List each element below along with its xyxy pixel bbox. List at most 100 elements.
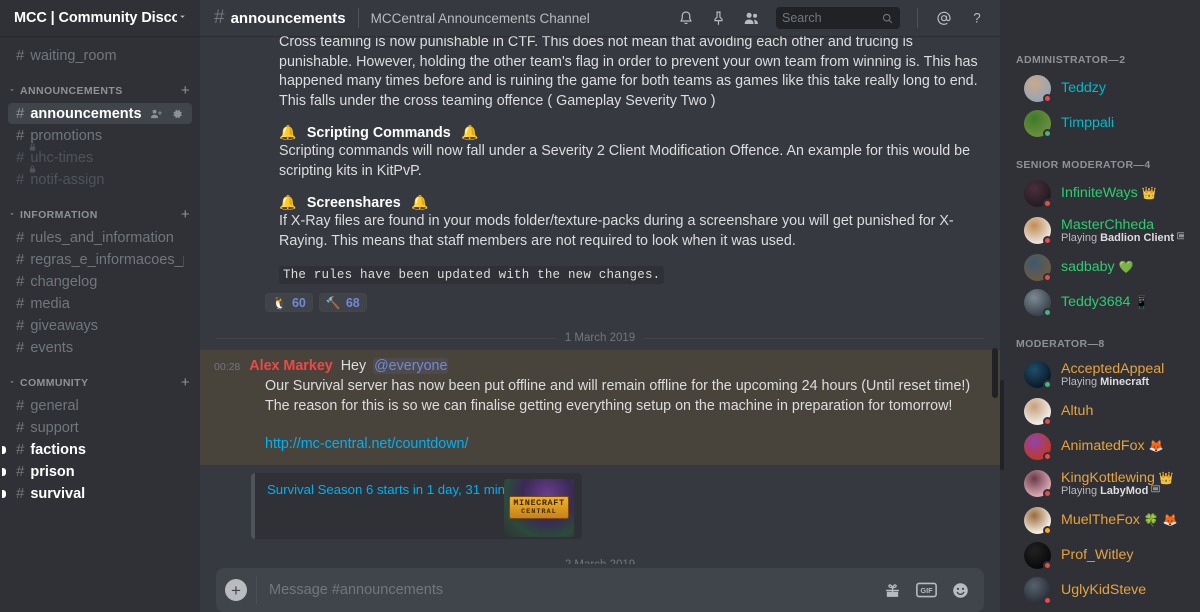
member-row[interactable]: MuelTheFox 🍀 🦊 [1008, 503, 1192, 537]
sidebar-channel-rules_and_information[interactable]: # rules_and_information [8, 227, 192, 248]
avatar[interactable] [1024, 253, 1052, 282]
discord-app-window: MCC | Community Discord # waiting_room AN… [0, 0, 1200, 612]
sidebar-channel-general[interactable]: # general [8, 395, 192, 416]
message-area[interactable]: Cross teaming is now punishable in CTF. … [200, 36, 1000, 564]
help-icon[interactable]: ? [968, 9, 986, 27]
gear-icon[interactable] [170, 107, 184, 121]
link-embed[interactable]: Survival Season 6 starts in 1 day, 31 mi… [251, 472, 582, 539]
sidebar-channel-support[interactable]: # support [8, 417, 192, 438]
server-header[interactable]: MCC | Community Discord [0, 0, 200, 36]
category-label: INFORMATION [20, 208, 98, 221]
member-row[interactable]: 🌴Horace_Altman🌴PlayingMinecraft [1008, 608, 1192, 612]
svg-text:?: ? [973, 11, 981, 26]
member-badge-icon: 🦊 [1148, 439, 1164, 453]
avatar[interactable] [1024, 469, 1052, 498]
avatar[interactable] [1024, 506, 1052, 535]
member-list-sidebar[interactable]: ADMINISTRATOR—2 Teddzy Timppali SENIOR MODE… [1000, 0, 1200, 612]
sidebar-channel-survival[interactable]: # survival [2, 483, 192, 504]
member-name: sadbaby 💚 [1061, 259, 1134, 275]
mentions-icon[interactable] [935, 9, 953, 27]
sidebar-channel-regras_e_informacoes_ptbr[interactable]: # regras_e_informacoes_ptbr [8, 249, 192, 270]
hash-icon: # [16, 339, 25, 356]
emoji-icon[interactable] [951, 581, 970, 600]
plus-icon[interactable]: + [181, 207, 190, 222]
channel-name: prison [30, 463, 75, 480]
message-scroller[interactable]: Cross teaming is now punishable in CTF. … [200, 36, 1000, 564]
channel-name: changelog [30, 273, 98, 290]
status-indicator-dnd [1043, 595, 1052, 605]
add-member-icon[interactable] [149, 107, 163, 121]
divider [357, 8, 359, 28]
member-row[interactable]: Teddy3684 📱 [1008, 285, 1192, 319]
category-label: COMMUNITY [20, 376, 89, 389]
channel-hover-actions [149, 107, 184, 121]
member-row[interactable]: MasterChheda Playing Badlion Client [1008, 211, 1192, 249]
unread-indicator [2, 445, 6, 454]
sidebar-channel-media[interactable]: # media [8, 293, 192, 314]
chevron-down-icon[interactable] [177, 11, 188, 25]
member-row[interactable]: Teddzy [1008, 71, 1192, 105]
member-row[interactable]: AcceptedAppeal Playing Minecraft [1008, 355, 1192, 393]
avatar[interactable] [1024, 397, 1052, 426]
plus-icon[interactable]: + [181, 375, 190, 390]
avatar[interactable] [1024, 216, 1052, 245]
avatar[interactable] [1024, 432, 1052, 461]
avatar[interactable] [1024, 179, 1052, 208]
plus-icon[interactable]: + [181, 83, 190, 98]
message-input[interactable]: Message #announcements [257, 582, 883, 598]
sidebar-channel-waiting_room[interactable]: # waiting_room [8, 45, 192, 66]
channel-name: support [30, 419, 79, 436]
avatar[interactable] [1024, 109, 1052, 138]
member-name: UglyKidSteve [1061, 582, 1146, 598]
sidebar-channel-changelog[interactable]: # changelog [8, 271, 192, 292]
divider [917, 8, 918, 28]
reaction-pill[interactable]: 🔨 68 [318, 293, 367, 312]
sidebar-channel-notif-assign[interactable]: # notif-assign [8, 165, 192, 190]
avatar[interactable] [1024, 576, 1052, 605]
member-name: KingKottlewing 👑 [1061, 470, 1174, 486]
gif-icon[interactable]: GIF [916, 582, 937, 598]
status-indicator-idle [1043, 525, 1052, 535]
sidebar-channel-announcements[interactable]: # announcements [8, 103, 192, 124]
category-announcements[interactable]: ANNOUNCEMENTS + [0, 67, 200, 102]
member-name: MasterChheda [1061, 217, 1184, 233]
search-box[interactable] [776, 7, 900, 29]
sidebar-channel-prison[interactable]: # prison [2, 461, 192, 482]
attach-button[interactable]: + [216, 568, 256, 612]
sidebar-channel-events[interactable]: # events [8, 337, 192, 358]
embed-thumbnail[interactable]: MINECRAFT CENTRAL [504, 478, 574, 537]
channel-topbar: # announcements MCCentral Announcements … [200, 0, 1000, 36]
sidebar-channel-giveaways[interactable]: # giveaways [8, 315, 192, 336]
avatar[interactable] [1024, 288, 1052, 317]
member-name-text: AcceptedAppeal [1061, 360, 1165, 377]
search-input[interactable] [782, 11, 881, 25]
message-author[interactable]: Alex Markey [249, 358, 332, 374]
member-row[interactable]: AnimatedFox 🦊 [1008, 429, 1192, 463]
timestamp: 00:28 [214, 361, 241, 373]
message-scrollbar[interactable] [992, 348, 998, 398]
avatar[interactable] [1024, 360, 1052, 389]
sidebar-channel-factions[interactable]: # factions [2, 439, 192, 460]
members-icon[interactable] [742, 9, 761, 28]
member-badge-icon: 👑 [1141, 186, 1157, 200]
message-link[interactable]: http://mc-central.net/countdown/ [265, 436, 468, 452]
member-row[interactable]: UglyKidSteve [1008, 573, 1192, 607]
bell-icon[interactable] [677, 9, 695, 27]
member-row[interactable]: Prof_Witley [1008, 538, 1192, 572]
member-row[interactable]: InfiniteWays 👑 [1008, 176, 1192, 210]
member-row[interactable]: KingKottlewing 👑 Playing LabyMod [1008, 464, 1192, 502]
pin-icon[interactable] [710, 10, 727, 27]
member-row[interactable]: Timppali [1008, 106, 1192, 140]
avatar[interactable] [1024, 74, 1052, 103]
category-information[interactable]: INFORMATION + [0, 191, 200, 226]
reaction-pill[interactable]: 🐧 60 [265, 293, 313, 312]
gift-icon[interactable] [883, 582, 902, 599]
server-name: MCC | Community Discord [14, 10, 177, 26]
avatar[interactable] [1024, 541, 1052, 570]
category-community[interactable]: COMMUNITY + [0, 359, 200, 394]
channel-list[interactable]: # waiting_room ANNOUNCEMENTS + # announcemen… [0, 36, 200, 612]
member-scrollbar[interactable] [1000, 380, 1004, 470]
message-composer[interactable]: + Message #announcements GIF [216, 568, 984, 612]
member-row[interactable]: sadbaby 💚 [1008, 250, 1192, 284]
member-row[interactable]: Altuh [1008, 394, 1192, 428]
